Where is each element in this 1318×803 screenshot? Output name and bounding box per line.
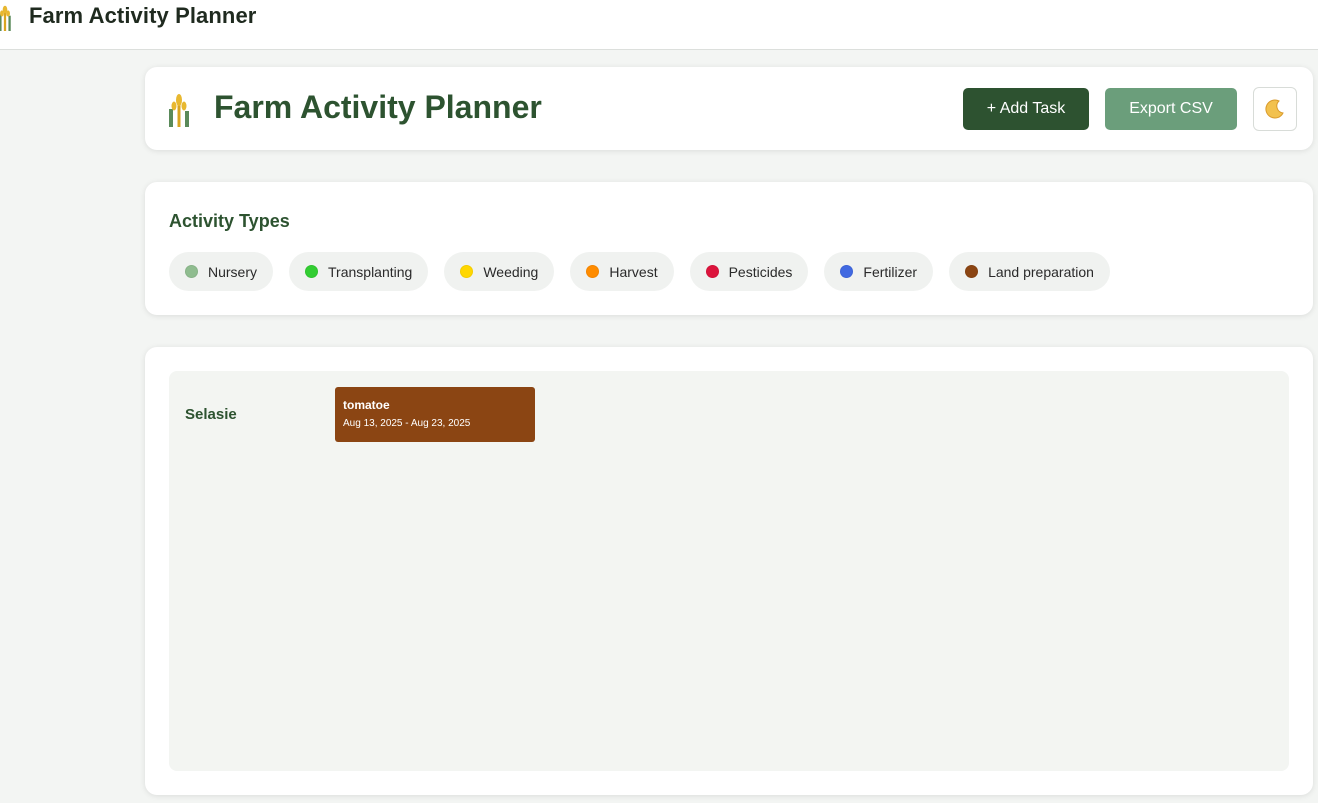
activity-types-card: Activity Types Nursery Transplanting Wee… <box>145 182 1313 315</box>
activity-type-land-preparation[interactable]: Land preparation <box>949 252 1110 291</box>
task-dates: Aug 13, 2025 - Aug 23, 2025 <box>343 418 471 429</box>
color-dot-icon <box>965 265 979 278</box>
add-task-button[interactable]: + Add Task <box>963 88 1089 130</box>
theme-toggle-button[interactable] <box>1253 87 1297 131</box>
activity-type-harvest[interactable]: Harvest <box>570 252 674 291</box>
activity-type-label: Nursery <box>208 263 258 280</box>
activity-types-heading: Activity Types <box>169 211 290 231</box>
timeline-card: Selasie tomatoe Aug 13, 2025 - Aug 23, 2… <box>145 347 1313 795</box>
top-bar: Farm Activity Planner <box>0 0 1318 50</box>
activity-type-label: Pesticides <box>728 263 793 280</box>
color-dot-icon <box>305 265 319 278</box>
activity-type-weeding[interactable]: Weeding <box>444 252 555 291</box>
header-card: Farm Activity Planner + Add Task Export … <box>145 67 1313 150</box>
activity-type-nursery[interactable]: Nursery <box>169 252 274 291</box>
app-title: Farm Activity Planner <box>29 3 257 28</box>
activity-type-label: Land preparation <box>988 263 1094 280</box>
activity-type-label: Fertilizer <box>863 263 918 280</box>
wheat-logo-icon <box>0 5 11 31</box>
activity-type-pesticides[interactable]: Pesticides <box>689 252 809 291</box>
wheat-icon <box>169 94 189 127</box>
export-csv-button[interactable]: Export CSV <box>1105 88 1237 130</box>
activity-type-transplanting[interactable]: Transplanting <box>289 252 429 291</box>
color-dot-icon <box>586 265 600 278</box>
color-dot-icon <box>705 265 719 278</box>
color-dot-icon <box>460 265 474 278</box>
activity-type-label: Weeding <box>483 263 539 280</box>
activity-type-list: Nursery Transplanting Weeding Harvest Pe… <box>169 252 1110 291</box>
activity-type-label: Transplanting <box>328 263 413 280</box>
color-dot-icon <box>840 265 854 278</box>
timeline-row-label: Selasie <box>185 406 237 423</box>
activity-type-fertilizer[interactable]: Fertilizer <box>824 252 934 291</box>
activity-type-label: Harvest <box>609 263 658 280</box>
task-bar[interactable]: tomatoe Aug 13, 2025 - Aug 23, 2025 <box>335 387 535 442</box>
timeline-area[interactable]: Selasie tomatoe Aug 13, 2025 - Aug 23, 2… <box>169 371 1289 771</box>
color-dot-icon <box>185 265 198 278</box>
task-name: tomatoe <box>343 398 390 412</box>
page-title: Farm Activity Planner <box>214 89 542 125</box>
moon-icon <box>1265 99 1284 119</box>
